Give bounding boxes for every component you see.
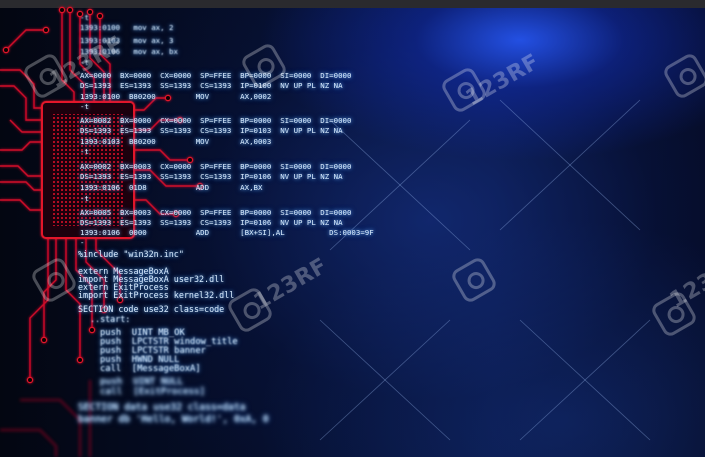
light-streaks xyxy=(319,99,651,441)
photo-scene: -t 1393:0100 mov ax, 2 1393:0103 mov ax,… xyxy=(0,0,705,457)
